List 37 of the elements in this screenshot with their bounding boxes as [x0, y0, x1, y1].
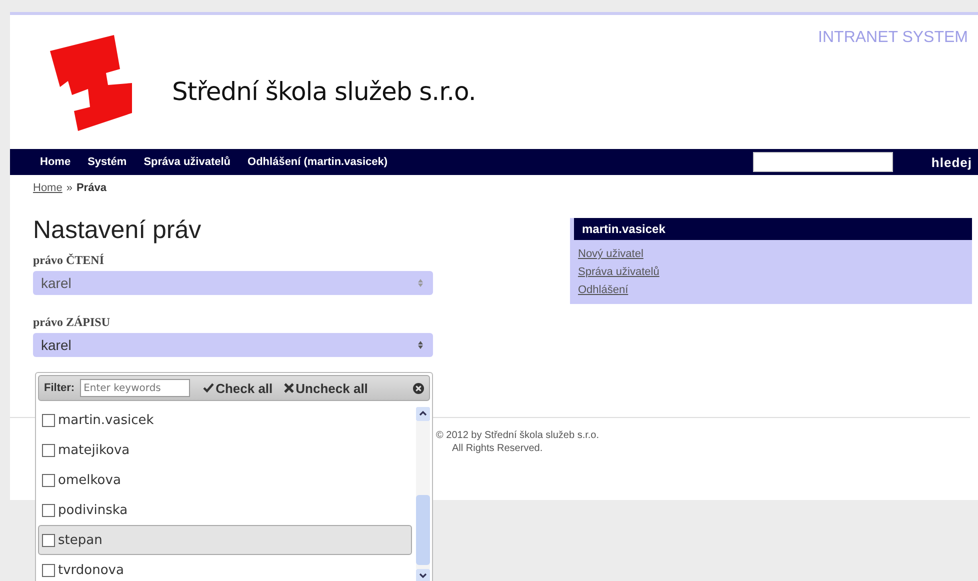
option-item[interactable]: omelkova: [38, 465, 412, 495]
option-label: tvrdonova: [58, 562, 124, 578]
select-field[interactable]: karel: [33, 333, 433, 357]
field-label: právo ZÁPISU: [33, 315, 110, 330]
site-title: Střední škola služeb s.r.o.: [172, 77, 476, 106]
option-label: stepan: [58, 532, 102, 548]
filter-label: Filter:: [44, 382, 75, 394]
nav-link[interactable]: Systém: [88, 156, 127, 168]
copyright-text: © 2012 by Střední škola služeb s.r.o.: [436, 430, 600, 441]
breadcrumb-separator: »: [66, 182, 72, 194]
breadcrumb-current: Práva: [76, 182, 106, 194]
option-label: martin.vasicek: [58, 412, 154, 428]
nav-link[interactable]: Odhlášení (martin.vasicek): [248, 156, 388, 168]
option-item[interactable]: matejikova: [38, 435, 412, 465]
search-button[interactable]: hledej: [931, 154, 978, 170]
option-item[interactable]: stepan: [38, 525, 412, 555]
check-all-button[interactable]: Check all: [202, 380, 273, 396]
user-panel-title: martin.vasicek: [574, 218, 972, 240]
user-link[interactable]: Nový uživatel: [578, 248, 644, 260]
filter-field[interactable]: Enter keywords: [80, 379, 190, 397]
user-link[interactable]: Odhlášení: [578, 284, 628, 296]
select-field[interactable]: karel: [33, 271, 433, 295]
nav-link[interactable]: Správa uživatelů: [144, 156, 231, 168]
option-label: podivinska: [58, 502, 128, 518]
system-label: INTRANET SYSTEM: [818, 29, 968, 47]
user-link[interactable]: Správa uživatelů: [578, 266, 660, 278]
nav-link[interactable]: Home: [40, 156, 71, 168]
option-item[interactable]: podivinska: [38, 495, 412, 525]
option-label: matejikova: [58, 442, 130, 458]
breadcrumb-link[interactable]: Home: [33, 182, 62, 194]
option-item[interactable]: martin.vasicek: [38, 405, 412, 435]
rights-text: All Rights Reserved.: [452, 443, 543, 454]
page-heading: Nastavení práv: [33, 216, 202, 245]
uncheck-all-button[interactable]: Uncheck all: [284, 380, 368, 396]
field-label: právo ČTENÍ: [33, 253, 104, 268]
option-label: omelkova: [58, 472, 121, 488]
option-item[interactable]: tvrdonova: [38, 555, 412, 581]
